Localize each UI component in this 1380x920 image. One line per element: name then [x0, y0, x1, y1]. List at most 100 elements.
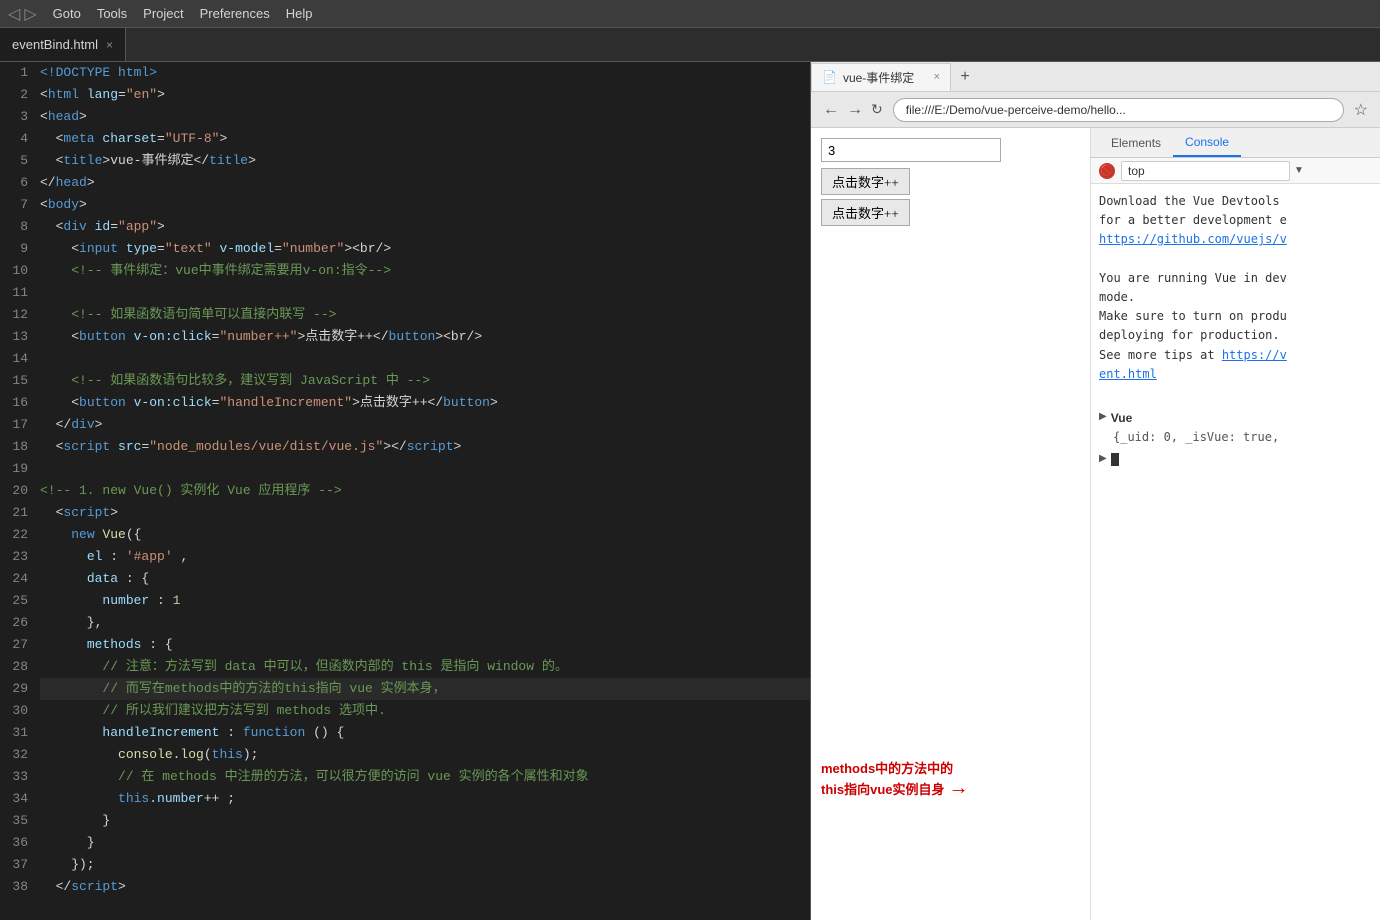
- line-content: number : 1: [40, 590, 810, 612]
- line-number: 27: [0, 634, 40, 656]
- line-number: 3: [0, 106, 40, 128]
- code-line-12: 12 <!-- 如果函数语句简单可以直接内联写 -->: [0, 304, 810, 326]
- browser-tab-close-icon[interactable]: ×: [934, 71, 940, 83]
- line-number: 12: [0, 304, 40, 326]
- devtools-link[interactable]: https://github.com/vuejs/v: [1099, 232, 1287, 246]
- code-line-21: 21 <script>: [0, 502, 810, 524]
- menu-bar: ◁ ▷ Goto Tools Project Preferences Help: [0, 0, 1380, 28]
- line-number: 38: [0, 876, 40, 898]
- devtools-tabs: Elements Console: [1091, 128, 1380, 158]
- url-bar[interactable]: [893, 98, 1344, 122]
- line-number: 11: [0, 282, 40, 304]
- line-content: this.number++ ;: [40, 788, 810, 810]
- line-content: console.log(this);: [40, 744, 810, 766]
- no-symbol-icon[interactable]: 🚫: [1099, 163, 1115, 179]
- code-line-27: 27 methods : {: [0, 634, 810, 656]
- line-number: 33: [0, 766, 40, 788]
- cursor-line: ▶: [1099, 451, 1372, 467]
- menu-project[interactable]: Project: [143, 6, 183, 21]
- code-line-23: 23 el : '#app' ,: [0, 546, 810, 568]
- editor-tab-eventbind[interactable]: eventBind.html ×: [0, 28, 126, 61]
- code-line-5: 5 <title>vue-事件绑定</title>: [0, 150, 810, 172]
- menu-goto[interactable]: Goto: [53, 6, 81, 21]
- line-content: data : {: [40, 568, 810, 590]
- line-number: 36: [0, 832, 40, 854]
- line-number: 5: [0, 150, 40, 172]
- arrow-right-icon[interactable]: ▷: [24, 4, 36, 24]
- line-content: <!-- 1. new Vue() 实例化 Vue 应用程序 -->: [40, 480, 810, 502]
- page-icon: 📄: [822, 70, 837, 84]
- browser-toolbar: ← → ↻ ☆: [811, 92, 1380, 128]
- object-expand-icon[interactable]: ▶: [1099, 409, 1107, 425]
- code-line-25: 25 number : 1: [0, 590, 810, 612]
- vue-object-content: {_uid: 0, _isVue: true,: [1113, 428, 1372, 447]
- code-line-36: 36 }: [0, 832, 810, 854]
- vue-btn1[interactable]: 点击数字++: [821, 168, 910, 195]
- refresh-button[interactable]: ↻: [867, 101, 887, 118]
- new-tab-button[interactable]: +: [951, 63, 979, 91]
- bookmark-button[interactable]: ☆: [1350, 100, 1372, 120]
- tab-elements[interactable]: Elements: [1099, 128, 1173, 157]
- tips-link[interactable]: https://v: [1222, 348, 1287, 362]
- line-content: // 而写在methods中的方法的this指向 vue 实例本身，: [40, 678, 810, 700]
- line-number: 2: [0, 84, 40, 106]
- line-content: <title>vue-事件绑定</title>: [40, 150, 810, 172]
- code-line-31: 31 handleIncrement : function () {: [0, 722, 810, 744]
- cursor-indicator-icon: ▶: [1099, 451, 1107, 467]
- line-content: <!-- 如果函数语句比较多，建议写到 JavaScript 中 -->: [40, 370, 810, 392]
- tab-console[interactable]: Console: [1173, 128, 1241, 157]
- line-content: <head>: [40, 106, 810, 128]
- vue-btn2[interactable]: 点击数字++: [821, 199, 910, 226]
- annotation-line2: this指向vue实例自身: [821, 779, 945, 798]
- line-content: [40, 348, 810, 370]
- vue-object-row: ▶ Vue: [1099, 409, 1372, 428]
- line-number: 37: [0, 854, 40, 876]
- menu-help[interactable]: Help: [286, 6, 313, 21]
- line-number: 1: [0, 62, 40, 84]
- code-line-4: 4 <meta charset="UTF-8">: [0, 128, 810, 150]
- code-editor[interactable]: 1<!DOCTYPE html>2<html lang="en">3<head>…: [0, 62, 810, 920]
- tab-close-icon[interactable]: ×: [106, 38, 113, 52]
- line-number: 13: [0, 326, 40, 348]
- code-line-1: 1<!DOCTYPE html>: [0, 62, 810, 84]
- line-content: // 所以我们建议把方法写到 methods 选项中.: [40, 700, 810, 722]
- forward-button[interactable]: →: [843, 101, 867, 119]
- console-msg-2: You are running Vue in dev mode. Make su…: [1099, 269, 1372, 384]
- line-number: 9: [0, 238, 40, 260]
- menu-tools[interactable]: Tools: [97, 6, 127, 21]
- line-content: <!DOCTYPE html>: [40, 62, 810, 84]
- tab-bar: eventBind.html ×: [0, 28, 1380, 62]
- browser-tab-title: vue-事件绑定: [843, 69, 926, 86]
- editor-arrows[interactable]: ◁ ▷: [8, 4, 41, 24]
- line-number: 8: [0, 216, 40, 238]
- line-content: </div>: [40, 414, 810, 436]
- line-content: el : '#app' ,: [40, 546, 810, 568]
- line-number: 20: [0, 480, 40, 502]
- line-content: <!-- 事件绑定：vue中事件绑定需要用v-on:指令-->: [40, 260, 810, 282]
- code-line-33: 33 // 在 methods 中注册的方法，可以很方便的访问 vue 实例的各…: [0, 766, 810, 788]
- console-filter-input[interactable]: [1121, 161, 1290, 181]
- annotation-arrow-icon: →: [949, 777, 969, 800]
- line-content: <body>: [40, 194, 810, 216]
- code-line-19: 19: [0, 458, 810, 480]
- tips-link-2[interactable]: ent.html: [1099, 367, 1157, 381]
- line-content: <html lang="en">: [40, 84, 810, 106]
- line-content: [40, 458, 810, 480]
- code-line-30: 30 // 所以我们建议把方法写到 methods 选项中.: [0, 700, 810, 722]
- menu-preferences[interactable]: Preferences: [200, 6, 270, 21]
- line-content: <script>: [40, 502, 810, 524]
- line-number: 25: [0, 590, 40, 612]
- arrow-left-icon[interactable]: ◁: [8, 4, 20, 24]
- back-button[interactable]: ←: [819, 101, 843, 119]
- code-line-9: 9 <input type="text" v-model="number"><b…: [0, 238, 810, 260]
- browser-content: 点击数字++ 点击数字++ methods中的方法中的 this指向vue实例自…: [811, 128, 1380, 920]
- code-line-18: 18 <script src="node_modules/vue/dist/vu…: [0, 436, 810, 458]
- browser-active-tab[interactable]: 📄 vue-事件绑定 ×: [811, 63, 951, 91]
- code-line-28: 28 // 注意：方法写到 data 中可以，但函数内部的 this 是指向 w…: [0, 656, 810, 678]
- line-content: <script src="node_modules/vue/dist/vue.j…: [40, 436, 810, 458]
- tab-filename: eventBind.html: [12, 37, 98, 52]
- vue-number-input[interactable]: [821, 138, 1001, 162]
- code-lines: 1<!DOCTYPE html>2<html lang="en">3<head>…: [0, 62, 810, 898]
- line-number: 35: [0, 810, 40, 832]
- filter-dropdown-icon[interactable]: ▼: [1294, 165, 1304, 176]
